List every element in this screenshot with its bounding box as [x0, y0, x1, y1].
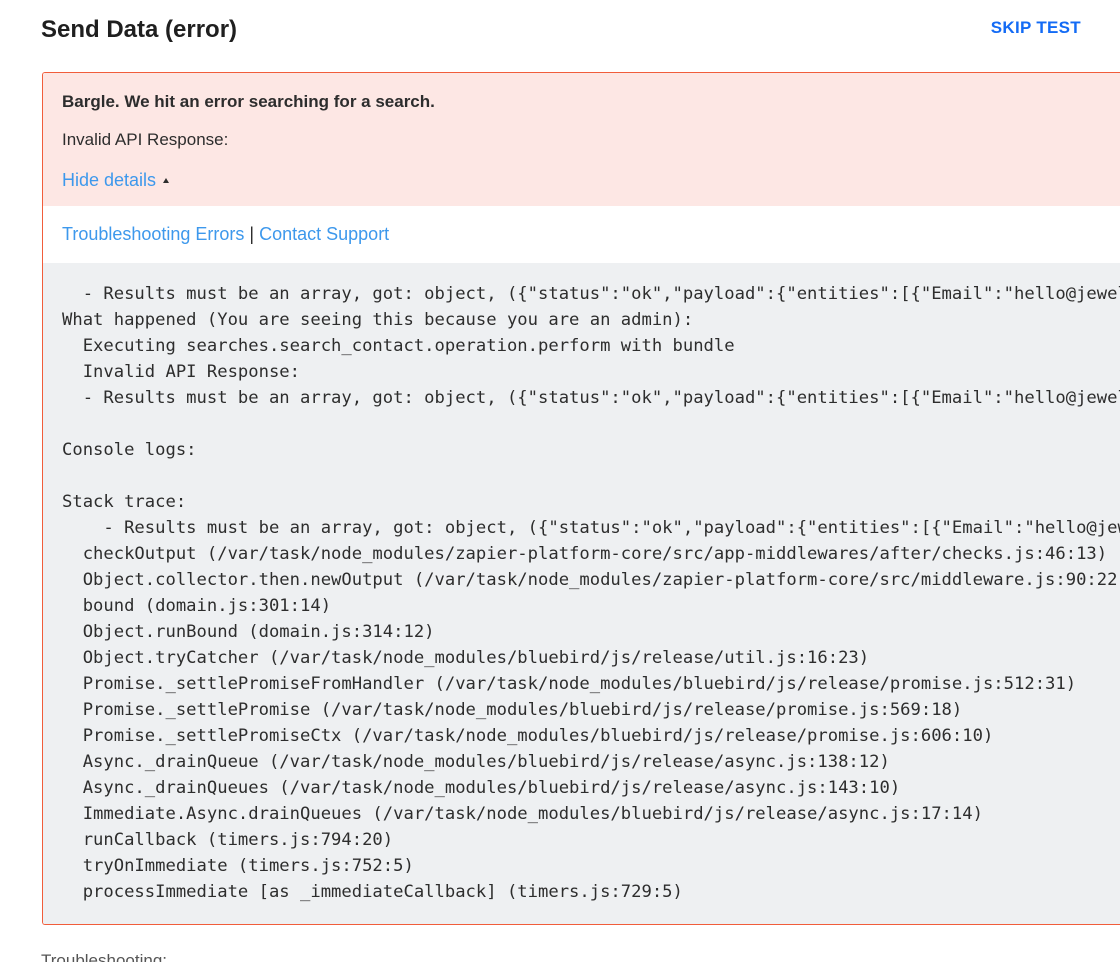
contact-support-link[interactable]: Contact Support	[259, 224, 389, 244]
help-links: Troubleshooting Errors | Contact Support	[62, 221, 389, 247]
error-details-code: - Results must be an array, got: object,…	[43, 263, 1120, 924]
troubleshooting-heading: Troubleshooting:	[41, 951, 168, 962]
header: Send Data (error) SKIP TEST	[41, 14, 1081, 46]
error-panel: Bargle. We hit an error searching for a …	[42, 72, 1120, 925]
hide-details-label: Hide details	[62, 170, 157, 190]
caret-up-icon	[163, 178, 170, 183]
error-title: Bargle. We hit an error searching for a …	[62, 92, 435, 111]
error-message: Invalid API Response:	[62, 130, 229, 149]
page-title: Send Data (error)	[41, 16, 238, 43]
error-summary: Bargle. We hit an error searching for a …	[43, 73, 1120, 206]
stack-trace-text: - Results must be an array, got: object,…	[62, 284, 1120, 902]
send-data-error-page: Send Data (error) SKIP TEST Bargle. We h…	[0, 0, 1120, 962]
link-separator: |	[249, 224, 255, 244]
hide-details-link[interactable]: Hide details	[62, 167, 170, 193]
troubleshooting-errors-link[interactable]: Troubleshooting Errors	[62, 224, 244, 244]
skip-test-button[interactable]: SKIP TEST	[991, 14, 1081, 42]
